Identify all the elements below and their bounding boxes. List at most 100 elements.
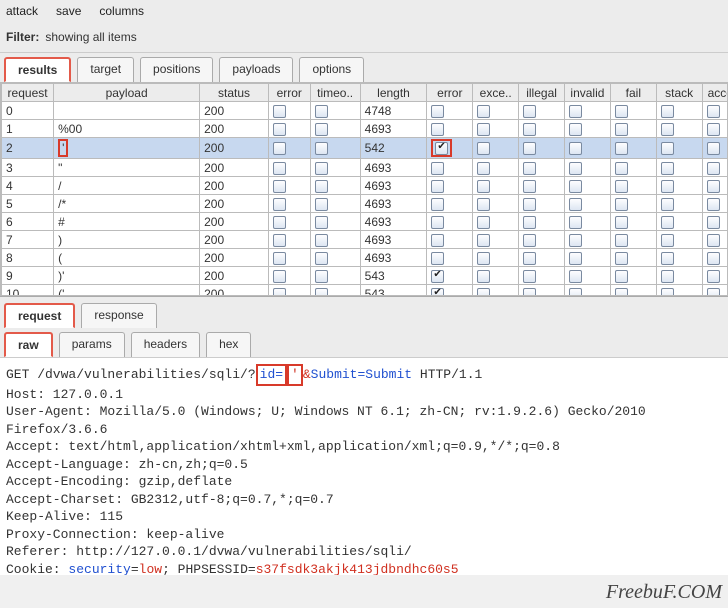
checkbox-icon (431, 216, 444, 229)
checkbox-icon (615, 123, 628, 136)
checkbox-icon (477, 123, 490, 136)
checkbox-icon (315, 198, 328, 211)
checkbox-icon (661, 180, 674, 193)
checkbox-icon (615, 105, 628, 118)
table-row[interactable]: 5/*2004693 (2, 195, 728, 213)
checkbox-icon (273, 162, 286, 175)
checkbox-icon (523, 252, 536, 265)
checkbox-icon (523, 198, 536, 211)
tab-positions[interactable]: positions (140, 57, 213, 82)
param-id-highlight: id= (256, 364, 287, 386)
col-exception[interactable]: exce.. (473, 84, 519, 102)
tab-response[interactable]: response (81, 303, 156, 328)
subtab-raw[interactable]: raw (4, 332, 53, 357)
checkbox-icon (661, 234, 674, 247)
checkbox-icon (615, 142, 628, 155)
checkbox-icon (569, 288, 582, 296)
col-status[interactable]: status (200, 84, 269, 102)
checkbox-icon (569, 142, 582, 155)
table-row[interactable]: 9)'200543 (2, 267, 728, 285)
table-row[interactable]: 6#2004693 (2, 213, 728, 231)
checkbox-icon (523, 270, 536, 283)
menu-columns[interactable]: columns (99, 4, 144, 18)
hdr-accept-charset: Accept-Charset: GB2312,utf-8;q=0.7,*;q=0… (6, 492, 334, 507)
checkbox-icon (273, 198, 286, 211)
checkbox-icon (431, 252, 444, 265)
tab-request[interactable]: request (4, 303, 75, 328)
checkbox-icon (615, 288, 628, 296)
filter-bar[interactable]: Filter: showing all items (0, 22, 728, 53)
checkbox-icon (523, 105, 536, 118)
col-stack[interactable]: stack (656, 84, 702, 102)
table-row[interactable]: 10('200543 (2, 285, 728, 296)
checkbox-icon (431, 288, 444, 296)
filter-label: Filter: (6, 30, 39, 44)
col-error2[interactable]: error (427, 84, 473, 102)
checkbox-icon (523, 288, 536, 296)
checkbox-icon (431, 180, 444, 193)
checkbox-icon (273, 270, 286, 283)
req-line: GET /dvwa/vulnerabilities/sqli/?id='&Sub… (6, 367, 482, 382)
col-payload[interactable]: payload (54, 84, 200, 102)
checkbox-icon (431, 162, 444, 175)
checkbox-icon (315, 234, 328, 247)
checkbox-icon (315, 142, 328, 155)
checkbox-icon (523, 234, 536, 247)
tab-target[interactable]: target (77, 57, 134, 82)
checkbox-icon (431, 234, 444, 247)
tab-options[interactable]: options (299, 57, 364, 82)
payload-highlight: ' (287, 364, 303, 386)
subtab-hex[interactable]: hex (206, 332, 251, 357)
checkbox-icon (523, 162, 536, 175)
col-fail[interactable]: fail (610, 84, 656, 102)
checkbox-icon (707, 270, 720, 283)
table-row[interactable]: 8(2004693 (2, 249, 728, 267)
results-table: request payload status error timeo.. len… (1, 83, 728, 296)
tab-results[interactable]: results (4, 57, 71, 82)
lower-sub-tabs: raw params headers hex (0, 328, 728, 357)
hdr-referer: Referer: http://127.0.0.1/dvwa/vulnerabi… (6, 544, 412, 559)
subtab-headers[interactable]: headers (131, 332, 200, 357)
error-highlight (431, 139, 452, 157)
raw-request-view[interactable]: GET /dvwa/vulnerabilities/sqli/?id='&Sub… (0, 357, 728, 575)
checkbox-icon (707, 198, 720, 211)
table-row[interactable]: 2'200542 (2, 138, 728, 159)
checkbox-icon (569, 123, 582, 136)
checkbox-icon (569, 252, 582, 265)
checkbox-icon (273, 234, 286, 247)
results-table-wrap[interactable]: request payload status error timeo.. len… (0, 82, 728, 296)
table-row[interactable]: 7)2004693 (2, 231, 728, 249)
tab-payloads[interactable]: payloads (219, 57, 293, 82)
col-request[interactable]: request (2, 84, 54, 102)
menu-save[interactable]: save (56, 4, 81, 18)
checkbox-icon (661, 252, 674, 265)
subtab-params[interactable]: params (59, 332, 125, 357)
col-error1[interactable]: error (268, 84, 310, 102)
checkbox-icon (477, 162, 490, 175)
checkbox-icon (569, 162, 582, 175)
hdr-accept-encoding: Accept-Encoding: gzip,deflate (6, 474, 232, 489)
col-illegal[interactable]: illegal (519, 84, 565, 102)
checkbox-icon (315, 252, 328, 265)
checkbox-icon (477, 180, 490, 193)
menu-attack[interactable]: attack (6, 4, 38, 18)
table-row[interactable]: 4/2004693 (2, 177, 728, 195)
col-access[interactable]: access (702, 84, 728, 102)
checkbox-icon (661, 123, 674, 136)
col-length[interactable]: length (360, 84, 427, 102)
table-row[interactable]: 02004748 (2, 102, 728, 120)
payload-highlight-cell: ' (58, 139, 68, 157)
checkbox-icon (569, 105, 582, 118)
col-invalid[interactable]: invalid (565, 84, 611, 102)
table-row[interactable]: 3"2004693 (2, 159, 728, 177)
checkbox-icon (273, 105, 286, 118)
col-timeout[interactable]: timeo.. (310, 84, 360, 102)
table-row[interactable]: 1%002004693 (2, 120, 728, 138)
checkbox-icon (477, 142, 490, 155)
checkbox-icon (273, 180, 286, 193)
checkbox-icon (523, 180, 536, 193)
checkbox-icon (661, 142, 674, 155)
checkbox-icon (615, 162, 628, 175)
checkbox-icon (615, 198, 628, 211)
checkbox-icon (431, 198, 444, 211)
